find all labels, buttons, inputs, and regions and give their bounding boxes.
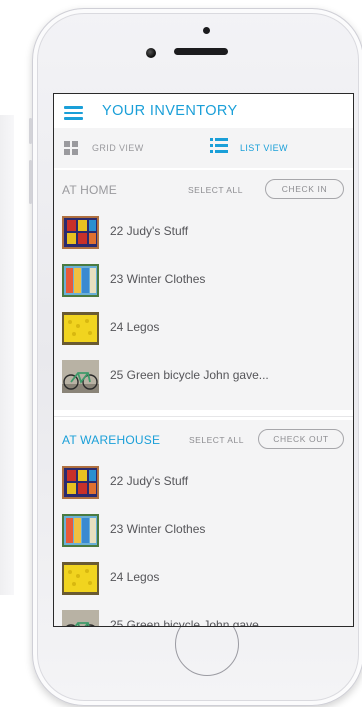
select-all-button[interactable]: SELECT ALL [189, 435, 244, 445]
section-header: AT WAREHOUSE SELECT ALL CHECK OUT [54, 420, 353, 458]
item-thumbnail [62, 360, 99, 393]
section-divider [54, 416, 353, 417]
hamburger-menu-icon[interactable] [64, 106, 83, 120]
select-all-button[interactable]: SELECT ALL [188, 185, 243, 195]
earpiece-speaker [174, 48, 228, 55]
app-header: YOUR INVENTORY [54, 94, 353, 128]
front-camera [146, 48, 156, 58]
list-item[interactable]: 23 Winter Clothes [54, 256, 353, 304]
background-edge [0, 115, 14, 595]
list-item[interactable]: 24 Legos [54, 554, 353, 602]
item-label: 25 Green bicycle John gave... [110, 368, 269, 382]
item-thumbnail [62, 312, 99, 345]
check-out-button[interactable]: CHECK OUT [258, 429, 344, 449]
section-title: AT WAREHOUSE [62, 433, 161, 447]
item-label: 22 Judy's Stuff [110, 224, 189, 238]
section-header: AT HOME SELECT ALL CHECK IN [54, 170, 353, 208]
list-item[interactable]: 22 Judy's Stuff [54, 208, 353, 256]
item-label: 25 Green bicycle John gave... [110, 618, 269, 627]
list-item[interactable]: 25 Green bicycle John gave... [54, 602, 353, 627]
view-toggle-bar: GRID VIEW LIST VIEW [54, 128, 353, 168]
list-view-icon[interactable] [210, 138, 228, 154]
proximity-sensor [203, 27, 210, 34]
check-in-button[interactable]: CHECK IN [265, 179, 344, 199]
section-title: AT HOME [62, 183, 117, 197]
phone-side-button [29, 160, 32, 204]
item-thumbnail [62, 216, 99, 249]
item-label: 23 Winter Clothes [110, 272, 206, 286]
grid-view-icon[interactable] [64, 141, 78, 155]
item-thumbnail [62, 466, 99, 499]
section-at-warehouse: AT WAREHOUSE SELECT ALL CHECK OUT 22 Jud… [54, 420, 353, 627]
phone-side-button [29, 118, 32, 144]
item-label: 23 Winter Clothes [110, 522, 206, 536]
item-label: 22 Judy's Stuff [110, 474, 189, 488]
item-thumbnail [62, 264, 99, 297]
section-at-home: AT HOME SELECT ALL CHECK IN 22 Judy's St… [54, 170, 353, 410]
list-item[interactable]: 22 Judy's Stuff [54, 458, 353, 506]
list-item[interactable]: 24 Legos [54, 304, 353, 352]
item-thumbnail [62, 562, 99, 595]
list-view-button[interactable]: LIST VIEW [240, 143, 288, 153]
list-item[interactable]: 25 Green bicycle John gave... [54, 352, 353, 400]
list-item[interactable]: 23 Winter Clothes [54, 506, 353, 554]
app-screen: YOUR INVENTORY GRID VIEW LIST VIEW AT HO… [53, 93, 354, 627]
grid-view-button[interactable]: GRID VIEW [92, 143, 144, 153]
item-thumbnail [62, 514, 99, 547]
page-title: YOUR INVENTORY [102, 103, 238, 119]
item-thumbnail [62, 610, 99, 626]
item-label: 24 Legos [110, 570, 160, 584]
item-label: 24 Legos [110, 320, 160, 334]
